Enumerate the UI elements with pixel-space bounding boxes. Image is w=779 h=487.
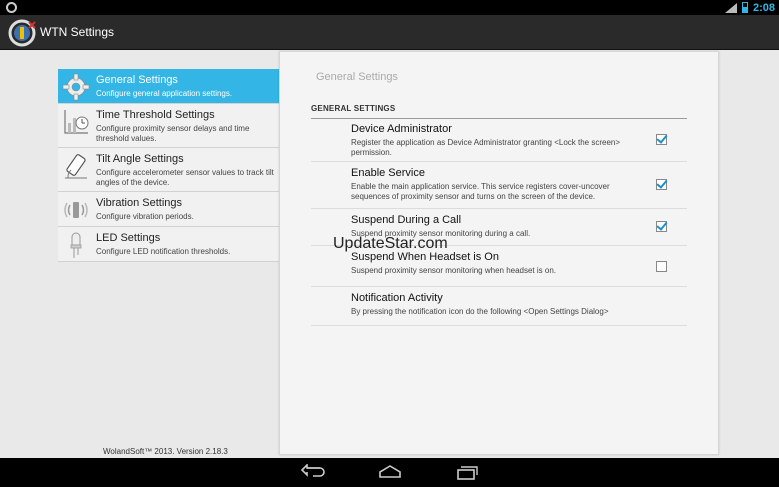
status-bar-right: 2:08	[724, 0, 775, 15]
signal-icon	[724, 2, 737, 13]
header-title: Time Threshold Settings	[96, 109, 215, 121]
header-title: General Settings	[96, 74, 178, 86]
gear-icon	[62, 73, 90, 101]
tilt-phone-icon	[62, 152, 90, 180]
category-label: GENERAL SETTINGS	[311, 104, 396, 113]
panel-title: General Settings	[316, 71, 398, 83]
header-time-threshold-settings[interactable]: Time Threshold Settings Configure proxim…	[58, 104, 279, 148]
header-tilt-angle-settings[interactable]: Tilt Angle Settings Configure accelerome…	[58, 148, 279, 192]
version-footer: WolandSoft™ 2013. Version 2.18.3	[103, 447, 228, 456]
header-title: Vibration Settings	[96, 197, 183, 209]
header-title: Tilt Angle Settings	[96, 153, 184, 165]
pref-summary: By pressing the notification icon do the…	[351, 307, 609, 316]
wtn-app-icon[interactable]	[7, 18, 37, 48]
led-bulb-icon	[62, 231, 90, 259]
header-summary: Configure vibration periods.	[96, 212, 194, 221]
chart-clock-icon	[62, 108, 90, 136]
pref-title: Notification Activity	[351, 292, 443, 304]
pref-title: Enable Service	[351, 167, 425, 179]
category-header: GENERAL SETTINGS	[311, 98, 687, 119]
home-icon[interactable]	[377, 464, 403, 480]
back-icon[interactable]	[299, 463, 325, 480]
vibration-icon	[62, 196, 90, 224]
checkbox-device-administrator[interactable]	[656, 134, 667, 145]
pref-summary: Enable the main application service. Thi…	[351, 182, 610, 201]
header-summary: Configure proximity sensor delays and ti…	[96, 124, 250, 143]
pref-title: Device Administrator	[351, 123, 452, 135]
action-bar: WTN Settings	[0, 15, 779, 50]
pref-summary: Register the application as Device Admin…	[351, 138, 621, 157]
status-bar: 2:08	[0, 0, 779, 15]
header-summary: Configure general application settings.	[96, 89, 233, 98]
app-title: WTN Settings	[40, 25, 115, 39]
notification-app-icon	[6, 2, 17, 13]
header-summary: Configure accelerometer sensor values to…	[96, 168, 274, 187]
recents-icon[interactable]	[454, 464, 480, 480]
navigation-bar	[0, 458, 779, 487]
pref-summary: Suspend proximity sensor monitoring when…	[351, 266, 556, 275]
battery-icon	[741, 2, 748, 13]
header-summary: Configure LED notification thresholds.	[96, 247, 231, 256]
checkbox-enable-service[interactable]	[656, 179, 667, 190]
pref-notification-activity[interactable]: Notification Activity By pressing the no…	[311, 287, 687, 326]
header-general-settings[interactable]: General Settings Configure general appli…	[58, 69, 279, 104]
general-settings-panel: General Settings GENERAL SETTINGS Device…	[279, 51, 719, 455]
pref-device-administrator[interactable]: Device Administrator Register the applic…	[311, 118, 687, 162]
pref-title: Suspend During a Call	[351, 214, 462, 226]
header-led-settings[interactable]: LED Settings Configure LED notification …	[58, 227, 279, 262]
header-title: LED Settings	[96, 232, 161, 244]
checkbox-suspend-during-call[interactable]	[656, 221, 667, 232]
status-clock: 2:08	[752, 1, 775, 14]
pref-enable-service[interactable]: Enable Service Enable the main applicati…	[311, 162, 687, 209]
checkbox-suspend-headset[interactable]	[656, 261, 667, 272]
settings-headers-list: General Settings Configure general appli…	[58, 69, 279, 262]
header-vibration-settings[interactable]: Vibration Settings Configure vibration p…	[58, 192, 279, 227]
watermark: UpdateStar.com	[333, 235, 448, 252]
